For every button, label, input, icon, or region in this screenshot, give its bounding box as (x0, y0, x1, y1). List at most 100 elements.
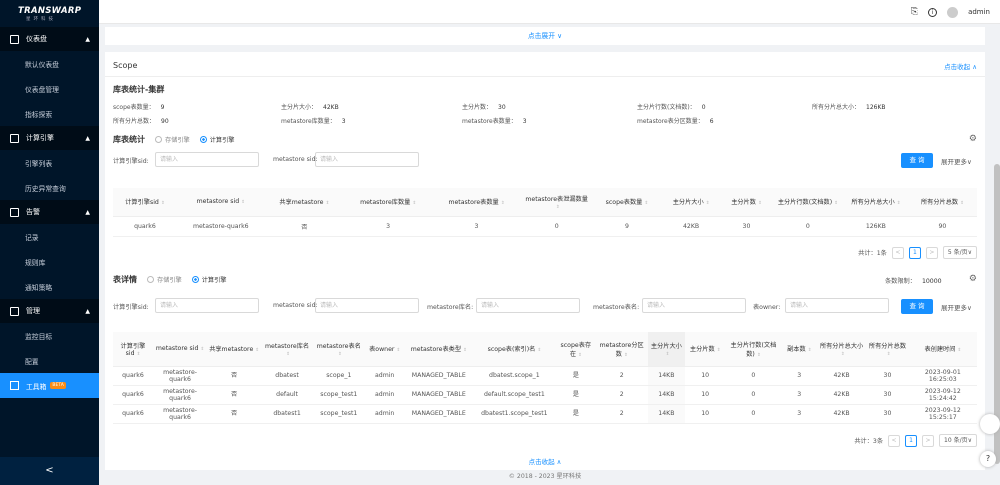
nav-group-engine[interactable]: 计算引擎 ▲ (0, 126, 99, 150)
column-header[interactable]: metastore表数量 ⇕ (432, 188, 521, 217)
nav-group-dashboard[interactable]: 仪表盘 ▲ (0, 27, 99, 51)
column-header[interactable]: 所有分片总大小⇕ (843, 188, 908, 217)
table-cell: dbatest1.scope_test1 (472, 404, 556, 424)
username[interactable]: admin (968, 8, 990, 16)
radio-compute-engine[interactable]: 计算引擎 (191, 275, 227, 284)
table-cell: metastore-quark6 (152, 366, 208, 386)
next-page-button[interactable]: > (925, 246, 938, 259)
table-cell: 10 (685, 366, 726, 386)
settings-icon[interactable]: ⚙ (969, 274, 977, 284)
nav-group-label: 告警 (26, 208, 40, 216)
metastore-sid-input[interactable]: 请输入 (315, 152, 419, 167)
info-icon[interactable]: i (928, 7, 938, 17)
column-header[interactable]: 所有分片总数⇕ (866, 332, 909, 367)
column-header[interactable]: 副本数 ⇕ (781, 332, 817, 367)
metastore-sid-input[interactable]: 请输入 (315, 298, 419, 313)
column-header[interactable]: metastore sid ⇕ (152, 332, 208, 367)
column-header[interactable]: 主分片行数(文档数) ⇕ (771, 188, 844, 217)
collapse-sidebar-button[interactable]: < (0, 457, 99, 485)
assistant-float-button[interactable] (980, 414, 1000, 434)
column-header[interactable]: metastore库名⇕ (261, 332, 313, 367)
nav-item-default-dashboard[interactable]: 默认仪表盘 (0, 51, 99, 76)
table-cell: admin (364, 366, 405, 386)
column-header[interactable]: metastore库数量 ⇕ (343, 188, 433, 217)
stat-item: scope表数量： 9 (113, 104, 165, 111)
stat-item: metastore表数量： 3 (462, 118, 527, 125)
nav-item-dashboard-manage[interactable]: 仪表盘管理 (0, 76, 99, 101)
query-button[interactable]: 查 询 (901, 299, 933, 314)
column-header[interactable]: 主分片大小⇕ (661, 188, 722, 217)
nav-group-manage[interactable]: 管理 ▲ (0, 299, 99, 323)
nav-item-config[interactable]: 配置 (0, 348, 99, 373)
radio-compute-engine[interactable]: 计算引擎 (199, 135, 235, 144)
nav-item-toolbox[interactable]: 工具箱 BETA (0, 373, 99, 398)
page-number[interactable]: 1 (905, 434, 918, 447)
column-header[interactable]: metastore表泄漏数量⇕ (520, 188, 593, 217)
column-header[interactable]: 共享metastore ⇕ (264, 188, 344, 217)
table-cell: 3 (781, 366, 817, 386)
lib-pagination: 共计：1条 < 1 > 5 条/页∨ (858, 246, 977, 259)
collapse-button[interactable]: 点击收起 ∧ (944, 61, 977, 71)
column-header[interactable]: 主分片数 ⇕ (721, 188, 772, 217)
query-button[interactable]: 查 询 (901, 153, 933, 168)
table-cell: 0 (725, 385, 782, 405)
limit-value[interactable]: 10000 (922, 278, 942, 285)
column-header[interactable]: 主分片大小⇕ (647, 332, 686, 367)
help-icon[interactable]: ? (980, 451, 996, 467)
column-header[interactable]: 计算引擎sid ⇕ (113, 332, 153, 367)
column-header[interactable]: 共享metastore ⇕ (207, 332, 262, 367)
engine-sid-input[interactable]: 请输入 (155, 298, 259, 313)
engine-sid-link[interactable]: quark6 (113, 216, 177, 237)
nav-item-engine-list[interactable]: 引擎列表 (0, 150, 99, 175)
page-size-select[interactable]: 5 条/页∨ (942, 246, 977, 259)
prev-page-button[interactable]: < (891, 246, 904, 259)
nav-item-metrics[interactable]: 指标探索 (0, 101, 99, 126)
expand-more-button[interactable]: 展开更多∨ (941, 156, 972, 166)
stat-item: metastore表分区数量： 6 (637, 118, 714, 125)
expand-button[interactable]: 点击展开 ∨ (105, 27, 985, 45)
table-cell: quark6 (113, 404, 153, 424)
main-content: 点击展开 ∨ Scope 点击收起 ∧ 库表统计-集群 scope表数量： 9 主… (99, 24, 992, 485)
column-header[interactable]: 所有分片总大小⇕ (816, 332, 867, 367)
prev-page-button[interactable]: < (888, 434, 901, 447)
metastore-table-input[interactable]: 请输入 (642, 298, 746, 313)
export-icon[interactable]: ⎘ (911, 7, 918, 17)
avatar[interactable] (947, 6, 959, 18)
column-header[interactable]: 主分片行数(文档数) ⇕ (725, 332, 782, 367)
stat-item: 主分片大小： 42KB (281, 104, 339, 111)
page-number[interactable]: 1 (908, 246, 921, 259)
column-header[interactable]: scope表(索引)名 ⇕ (472, 332, 556, 367)
column-header[interactable]: 表owner ⇕ (364, 332, 405, 367)
column-header[interactable]: 所有分片总数⇕ (907, 188, 977, 217)
collapse-bottom-button[interactable]: 点击收起 ∧ (105, 456, 985, 466)
column-header[interactable]: scope表存在 ⇕ (555, 332, 596, 367)
table-cell: 是 (555, 366, 596, 386)
column-header[interactable]: metastore表类型 ⇕ (404, 332, 473, 367)
nav-item-history[interactable]: 历史异常查询 (0, 175, 99, 200)
table-cell: 30 (866, 366, 909, 386)
column-header[interactable]: metastore表名⇕ (312, 332, 365, 367)
table-owner-input[interactable]: 请输入 (785, 298, 889, 313)
column-header[interactable]: 表创建时间 ⇕ (908, 332, 977, 367)
engine-sid-input[interactable]: 请输入 (155, 152, 259, 167)
column-header[interactable]: scope表数量 ⇕ (592, 188, 662, 217)
column-header[interactable]: metastore分区数 ⇕ (595, 332, 648, 367)
nav-item-targets[interactable]: 监控目标 (0, 323, 99, 348)
table-cell: 42KB (816, 404, 867, 424)
nav-item-notify[interactable]: 通知策略 (0, 274, 99, 299)
radio-storage-engine[interactable]: 存储引擎 (155, 135, 190, 144)
nav-group-alert[interactable]: 告警 ▲ (0, 200, 99, 224)
expand-more-button[interactable]: 展开更多∨ (941, 302, 972, 312)
column-header[interactable]: metastore sid ⇕ (176, 188, 265, 217)
column-header[interactable]: 计算引擎sid ⇕ (113, 188, 177, 217)
settings-icon[interactable]: ⚙ (969, 134, 977, 144)
page-size-select[interactable]: 10 条/页∨ (939, 434, 977, 447)
stat-item: 所有分片总数： 90 (113, 118, 169, 125)
logo-text: TRANSWARP (18, 6, 82, 16)
radio-storage-engine[interactable]: 存储引擎 (147, 275, 182, 284)
metastore-db-input[interactable]: 请输入 (476, 298, 580, 313)
next-page-button[interactable]: > (922, 434, 935, 447)
column-header[interactable]: 主分片数 ⇕ (685, 332, 726, 367)
nav-item-rules[interactable]: 规则库 (0, 249, 99, 274)
nav-item-records[interactable]: 记录 (0, 224, 99, 249)
